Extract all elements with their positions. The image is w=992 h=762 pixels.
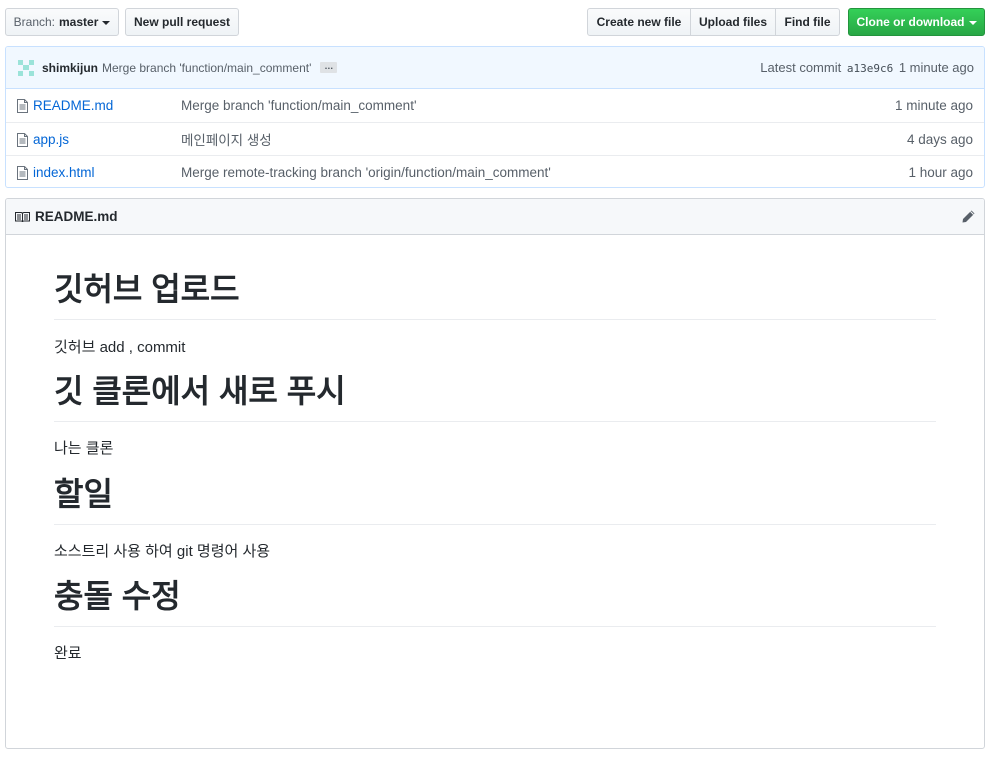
readme-title: README.md bbox=[35, 209, 118, 224]
chevron-down-icon bbox=[102, 20, 111, 25]
avatar[interactable] bbox=[16, 57, 36, 78]
clone-or-download-button[interactable]: Clone or download bbox=[848, 8, 985, 36]
readme-paragraph: 소스트리 사용 하여 git 명령어 사용 bbox=[54, 543, 271, 560]
readme-heading: 깃허브 업로드 bbox=[54, 269, 936, 320]
upload-files-button[interactable]: Upload files bbox=[690, 8, 776, 36]
file-commit-message[interactable]: Merge branch 'function/main_comment' bbox=[181, 98, 417, 113]
file-row: README.md Merge branch 'function/main_co… bbox=[6, 89, 984, 122]
file-icon bbox=[17, 133, 28, 147]
latest-commit-label: Latest commit bbox=[760, 60, 842, 75]
commit-message[interactable]: Merge branch 'function/main_comment' bbox=[102, 61, 311, 75]
file-name-link[interactable]: app.js bbox=[33, 132, 69, 147]
file-row: index.html Merge remote-tracking branch … bbox=[6, 155, 984, 187]
file-age: 1 minute ago bbox=[894, 98, 973, 113]
readme-heading: 충돌 수정 bbox=[54, 576, 936, 627]
readme-heading: 깃 클론에서 새로 푸시 bbox=[54, 371, 936, 422]
file-icon bbox=[17, 166, 28, 180]
commit-age: 1 minute ago bbox=[898, 60, 974, 75]
readme-content: 깃허브 업로드 깃허브 add , commit 깃 클론에서 새로 푸시 나는… bbox=[54, 235, 936, 665]
commit-sha[interactable]: a13e9c6 bbox=[847, 62, 893, 75]
readme-paragraph: 깃허브 add , commit bbox=[54, 339, 186, 356]
commit-author[interactable]: shimkijun bbox=[42, 61, 98, 75]
pencil-icon[interactable] bbox=[961, 209, 976, 224]
file-name-link[interactable]: README.md bbox=[33, 98, 113, 113]
clone-or-download-label: Clone or download bbox=[856, 15, 965, 29]
file-list: shimkijun Merge branch 'function/main_co… bbox=[5, 46, 985, 188]
file-commit-message[interactable]: Merge remote-tracking branch 'origin/fun… bbox=[181, 165, 551, 180]
file-name-link[interactable]: index.html bbox=[33, 165, 95, 180]
branch-label: Branch: bbox=[13, 15, 55, 29]
file-age: 4 days ago bbox=[906, 131, 973, 147]
latest-commit-info: Latest commit a13e9c6 1 minute ago bbox=[760, 60, 974, 75]
latest-commit-bar: shimkijun Merge branch 'function/main_co… bbox=[6, 47, 984, 89]
file-age: 1 hour ago bbox=[908, 164, 973, 180]
readme-heading: 할일 bbox=[54, 474, 936, 525]
chevron-down-icon bbox=[968, 20, 977, 25]
expand-commit-button[interactable]: … bbox=[320, 62, 338, 73]
branch-select-button[interactable]: Branch: master bbox=[5, 8, 119, 36]
branch-name: master bbox=[59, 15, 99, 29]
readme-panel: README.md 깃허브 업로드 깃허브 add , commit 깃 클론에… bbox=[5, 198, 985, 749]
file-commit-message[interactable]: 메인페이지 생성 bbox=[181, 129, 272, 149]
book-icon bbox=[15, 211, 30, 222]
readme-paragraph: 완료 bbox=[54, 645, 82, 662]
repo-toolbar: Branch: master New pull request Create n… bbox=[5, 8, 985, 36]
find-file-button[interactable]: Find file bbox=[775, 8, 840, 36]
readme-header: README.md bbox=[6, 199, 984, 235]
file-icon bbox=[17, 99, 28, 113]
new-pull-request-button[interactable]: New pull request bbox=[125, 8, 239, 36]
create-new-file-button[interactable]: Create new file bbox=[587, 8, 691, 36]
file-row: app.js 메인페이지 생성 4 days ago bbox=[6, 122, 984, 155]
readme-paragraph: 나는 클론 bbox=[54, 440, 114, 457]
